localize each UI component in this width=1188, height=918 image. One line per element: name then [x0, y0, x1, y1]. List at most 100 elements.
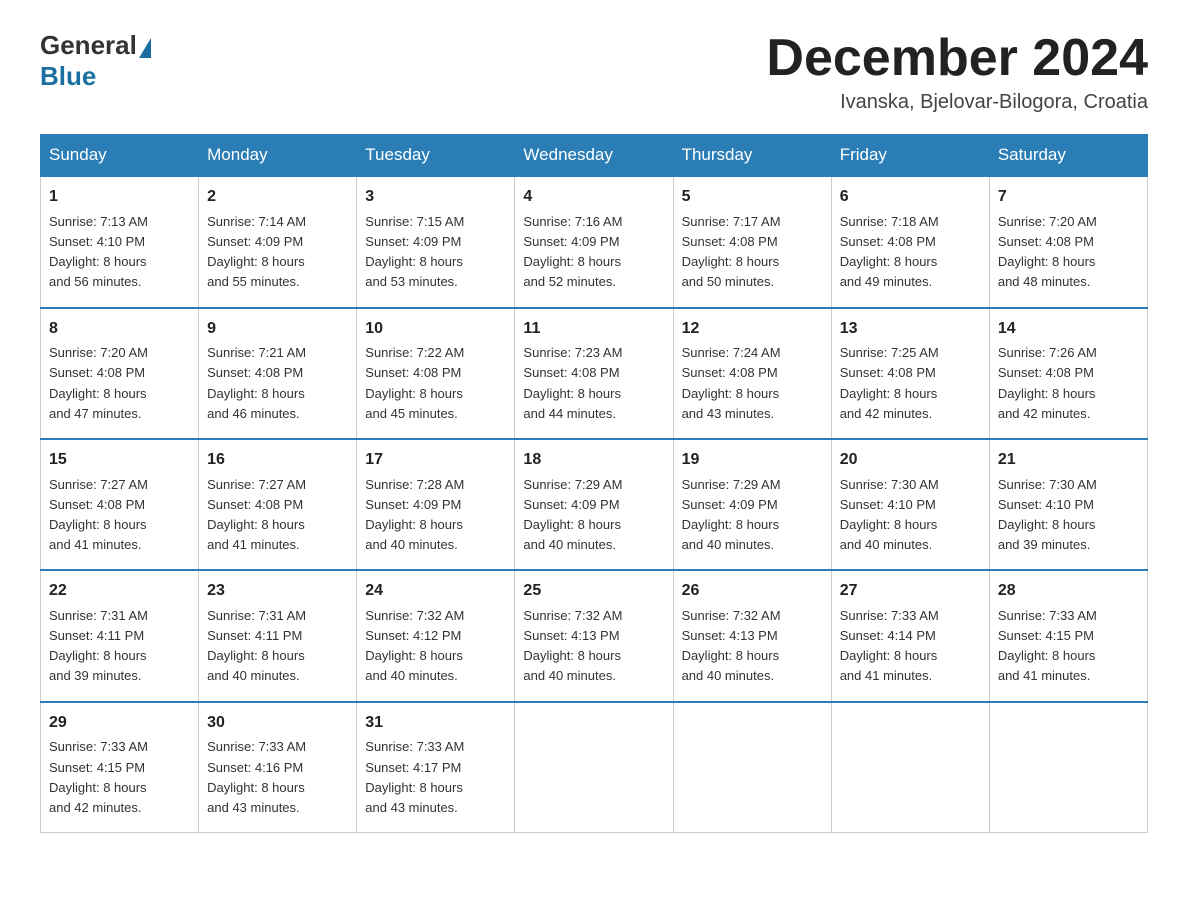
page-header: General Blue December 2024 Ivanska, Bjel… — [40, 30, 1148, 114]
calendar-header-row: SundayMondayTuesdayWednesdayThursdayFrid… — [41, 135, 1148, 177]
calendar-cell: 20Sunrise: 7:30 AMSunset: 4:10 PMDayligh… — [831, 439, 989, 570]
calendar-cell: 11Sunrise: 7:23 AMSunset: 4:08 PMDayligh… — [515, 308, 673, 439]
week-row-5: 29Sunrise: 7:33 AMSunset: 4:15 PMDayligh… — [41, 702, 1148, 833]
day-number: 15 — [49, 448, 190, 473]
calendar-cell — [831, 702, 989, 833]
calendar-cell: 2Sunrise: 7:14 AMSunset: 4:09 PMDaylight… — [199, 176, 357, 307]
day-info: Sunrise: 7:17 AMSunset: 4:08 PMDaylight:… — [682, 212, 823, 293]
day-number: 10 — [365, 317, 506, 342]
day-number: 2 — [207, 185, 348, 210]
day-number: 29 — [49, 711, 190, 736]
day-number: 4 — [523, 185, 664, 210]
logo-blue-text: Blue — [40, 61, 96, 92]
day-info: Sunrise: 7:23 AMSunset: 4:08 PMDaylight:… — [523, 343, 664, 424]
calendar-cell — [989, 702, 1147, 833]
calendar-cell: 13Sunrise: 7:25 AMSunset: 4:08 PMDayligh… — [831, 308, 989, 439]
day-number: 16 — [207, 448, 348, 473]
day-info: Sunrise: 7:33 AMSunset: 4:15 PMDaylight:… — [49, 737, 190, 818]
day-number: 19 — [682, 448, 823, 473]
header-friday: Friday — [831, 135, 989, 177]
day-info: Sunrise: 7:29 AMSunset: 4:09 PMDaylight:… — [682, 475, 823, 556]
day-number: 11 — [523, 317, 664, 342]
calendar-cell: 7Sunrise: 7:20 AMSunset: 4:08 PMDaylight… — [989, 176, 1147, 307]
day-number: 24 — [365, 579, 506, 604]
day-number: 27 — [840, 579, 981, 604]
calendar-cell: 30Sunrise: 7:33 AMSunset: 4:16 PMDayligh… — [199, 702, 357, 833]
day-info: Sunrise: 7:31 AMSunset: 4:11 PMDaylight:… — [207, 606, 348, 687]
day-number: 20 — [840, 448, 981, 473]
day-info: Sunrise: 7:32 AMSunset: 4:13 PMDaylight:… — [682, 606, 823, 687]
day-info: Sunrise: 7:32 AMSunset: 4:12 PMDaylight:… — [365, 606, 506, 687]
calendar-cell: 21Sunrise: 7:30 AMSunset: 4:10 PMDayligh… — [989, 439, 1147, 570]
day-info: Sunrise: 7:20 AMSunset: 4:08 PMDaylight:… — [998, 212, 1139, 293]
day-number: 9 — [207, 317, 348, 342]
day-number: 23 — [207, 579, 348, 604]
calendar-cell: 10Sunrise: 7:22 AMSunset: 4:08 PMDayligh… — [357, 308, 515, 439]
calendar-cell: 6Sunrise: 7:18 AMSunset: 4:08 PMDaylight… — [831, 176, 989, 307]
day-number: 17 — [365, 448, 506, 473]
day-info: Sunrise: 7:27 AMSunset: 4:08 PMDaylight:… — [49, 475, 190, 556]
day-info: Sunrise: 7:28 AMSunset: 4:09 PMDaylight:… — [365, 475, 506, 556]
header-wednesday: Wednesday — [515, 135, 673, 177]
day-info: Sunrise: 7:33 AMSunset: 4:16 PMDaylight:… — [207, 737, 348, 818]
day-number: 5 — [682, 185, 823, 210]
day-info: Sunrise: 7:33 AMSunset: 4:17 PMDaylight:… — [365, 737, 506, 818]
day-number: 13 — [840, 317, 981, 342]
calendar-cell: 29Sunrise: 7:33 AMSunset: 4:15 PMDayligh… — [41, 702, 199, 833]
day-info: Sunrise: 7:27 AMSunset: 4:08 PMDaylight:… — [207, 475, 348, 556]
day-number: 18 — [523, 448, 664, 473]
title-section: December 2024 Ivanska, Bjelovar-Bilogora… — [766, 30, 1148, 114]
day-info: Sunrise: 7:30 AMSunset: 4:10 PMDaylight:… — [998, 475, 1139, 556]
calendar-cell — [673, 702, 831, 833]
calendar-cell: 22Sunrise: 7:31 AMSunset: 4:11 PMDayligh… — [41, 570, 199, 701]
calendar-table: SundayMondayTuesdayWednesdayThursdayFrid… — [40, 134, 1148, 833]
week-row-1: 1Sunrise: 7:13 AMSunset: 4:10 PMDaylight… — [41, 176, 1148, 307]
day-number: 25 — [523, 579, 664, 604]
calendar-cell: 19Sunrise: 7:29 AMSunset: 4:09 PMDayligh… — [673, 439, 831, 570]
header-thursday: Thursday — [673, 135, 831, 177]
day-number: 30 — [207, 711, 348, 736]
header-sunday: Sunday — [41, 135, 199, 177]
calendar-cell: 25Sunrise: 7:32 AMSunset: 4:13 PMDayligh… — [515, 570, 673, 701]
calendar-cell: 4Sunrise: 7:16 AMSunset: 4:09 PMDaylight… — [515, 176, 673, 307]
week-row-4: 22Sunrise: 7:31 AMSunset: 4:11 PMDayligh… — [41, 570, 1148, 701]
calendar-cell: 18Sunrise: 7:29 AMSunset: 4:09 PMDayligh… — [515, 439, 673, 570]
calendar-cell: 27Sunrise: 7:33 AMSunset: 4:14 PMDayligh… — [831, 570, 989, 701]
day-number: 3 — [365, 185, 506, 210]
calendar-cell: 17Sunrise: 7:28 AMSunset: 4:09 PMDayligh… — [357, 439, 515, 570]
day-info: Sunrise: 7:32 AMSunset: 4:13 PMDaylight:… — [523, 606, 664, 687]
day-info: Sunrise: 7:16 AMSunset: 4:09 PMDaylight:… — [523, 212, 664, 293]
calendar-cell: 16Sunrise: 7:27 AMSunset: 4:08 PMDayligh… — [199, 439, 357, 570]
calendar-cell: 15Sunrise: 7:27 AMSunset: 4:08 PMDayligh… — [41, 439, 199, 570]
day-info: Sunrise: 7:14 AMSunset: 4:09 PMDaylight:… — [207, 212, 348, 293]
calendar-cell: 23Sunrise: 7:31 AMSunset: 4:11 PMDayligh… — [199, 570, 357, 701]
calendar-cell: 26Sunrise: 7:32 AMSunset: 4:13 PMDayligh… — [673, 570, 831, 701]
day-info: Sunrise: 7:29 AMSunset: 4:09 PMDaylight:… — [523, 475, 664, 556]
calendar-cell — [515, 702, 673, 833]
day-info: Sunrise: 7:30 AMSunset: 4:10 PMDaylight:… — [840, 475, 981, 556]
day-number: 14 — [998, 317, 1139, 342]
calendar-cell: 9Sunrise: 7:21 AMSunset: 4:08 PMDaylight… — [199, 308, 357, 439]
calendar-cell: 14Sunrise: 7:26 AMSunset: 4:08 PMDayligh… — [989, 308, 1147, 439]
day-info: Sunrise: 7:13 AMSunset: 4:10 PMDaylight:… — [49, 212, 190, 293]
day-info: Sunrise: 7:33 AMSunset: 4:15 PMDaylight:… — [998, 606, 1139, 687]
week-row-2: 8Sunrise: 7:20 AMSunset: 4:08 PMDaylight… — [41, 308, 1148, 439]
calendar-cell: 1Sunrise: 7:13 AMSunset: 4:10 PMDaylight… — [41, 176, 199, 307]
day-number: 7 — [998, 185, 1139, 210]
calendar-cell: 3Sunrise: 7:15 AMSunset: 4:09 PMDaylight… — [357, 176, 515, 307]
day-number: 8 — [49, 317, 190, 342]
day-info: Sunrise: 7:25 AMSunset: 4:08 PMDaylight:… — [840, 343, 981, 424]
day-number: 1 — [49, 185, 190, 210]
header-saturday: Saturday — [989, 135, 1147, 177]
location-title: Ivanska, Bjelovar-Bilogora, Croatia — [766, 91, 1148, 114]
day-info: Sunrise: 7:31 AMSunset: 4:11 PMDaylight:… — [49, 606, 190, 687]
day-info: Sunrise: 7:15 AMSunset: 4:09 PMDaylight:… — [365, 212, 506, 293]
logo: General Blue — [40, 30, 151, 92]
day-number: 12 — [682, 317, 823, 342]
day-number: 26 — [682, 579, 823, 604]
day-number: 22 — [49, 579, 190, 604]
calendar-cell: 31Sunrise: 7:33 AMSunset: 4:17 PMDayligh… — [357, 702, 515, 833]
day-number: 31 — [365, 711, 506, 736]
logo-general-text: General — [40, 30, 137, 61]
day-info: Sunrise: 7:22 AMSunset: 4:08 PMDaylight:… — [365, 343, 506, 424]
